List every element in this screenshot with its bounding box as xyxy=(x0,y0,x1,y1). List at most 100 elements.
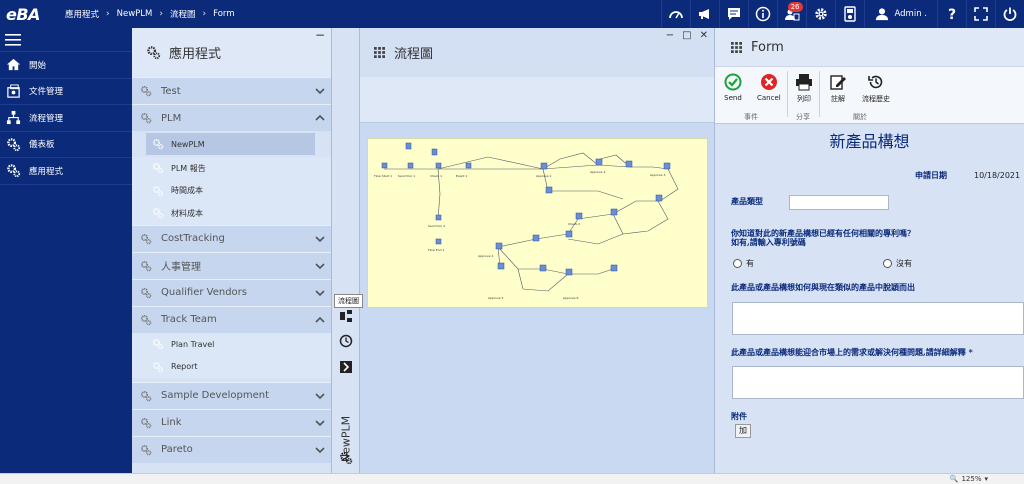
svg-text:Flow End 1: Flow End 1 xyxy=(428,248,444,252)
nav-item-document-management[interactable]: 文件管理 xyxy=(0,79,132,105)
add-attachment-button[interactable]: 加 xyxy=(735,424,751,438)
maximize-button[interactable]: □ xyxy=(682,30,691,41)
app-group-test[interactable]: Test xyxy=(132,77,331,104)
nav-item-workflow-management[interactable]: 流程管理 xyxy=(0,105,132,132)
applications-icon xyxy=(7,164,21,178)
breadcrumb-item-apps[interactable]: 應用程式 xyxy=(58,8,106,20)
nav-item-start[interactable]: 開始 xyxy=(0,52,132,79)
form-panel: Form Send Cancel 列印 註解 流程歷史 事件 分享 關於 新產品… xyxy=(715,28,1024,473)
comment-button[interactable]: 註解 xyxy=(829,73,847,104)
breadcrumb-item-flow[interactable]: 流程圖 xyxy=(163,8,203,20)
gears-icon[interactable] xyxy=(339,451,353,465)
flowchart-panel-title: 流程圖 xyxy=(394,47,434,62)
app-group-sample-development[interactable]: Sample Development xyxy=(132,381,331,409)
app-item-material-cost[interactable]: 材料成本 xyxy=(132,202,331,225)
message-icon[interactable] xyxy=(718,0,748,28)
dashboard-icon[interactable] xyxy=(660,0,690,28)
app-logo[interactable]: eBA xyxy=(0,5,58,24)
workflow-history-button[interactable]: 流程歷史 xyxy=(862,73,890,104)
app-group-label: Test xyxy=(161,85,181,97)
app-group-icon xyxy=(140,233,152,245)
hamburger-icon xyxy=(5,33,21,46)
request-date-field[interactable]: 10/18/2021 xyxy=(971,169,1024,183)
applications-panel-header: 應用程式 − xyxy=(132,28,331,77)
applications-icon xyxy=(147,46,161,60)
app-group-plm[interactable]: PLM xyxy=(132,104,331,131)
radio-no[interactable]: 沒有 xyxy=(883,258,912,269)
app-item-plm-report[interactable]: PLM 報告 xyxy=(132,157,331,180)
history-label: 流程歷史 xyxy=(862,95,890,103)
task-count-badge: 26 xyxy=(787,2,803,12)
check-icon xyxy=(724,73,742,91)
nav-item-dashboard[interactable]: 儀表板 xyxy=(0,132,132,158)
svg-text:Approve 3: Approve 3 xyxy=(650,173,665,177)
form-body: 新產品構想 申請日期 10/18/2021 產品類型 你知道對此的新產品構想已經… xyxy=(715,124,1024,473)
document-management-icon xyxy=(7,84,20,98)
nav-item-label: 開始 xyxy=(29,60,47,71)
app-item-icon xyxy=(152,163,164,174)
svg-text:?: ? xyxy=(948,7,956,22)
app-item-icon xyxy=(152,138,164,150)
zoom-control[interactable]: 🔍 125% ▾ xyxy=(950,475,988,483)
app-group-label: 人事管理 xyxy=(161,262,201,274)
breadcrumb-item-newplm[interactable]: NewPLM xyxy=(110,9,160,19)
radio-button-circle xyxy=(883,259,892,268)
app-group-qualifier-vendors[interactable]: Qualifier Vendors xyxy=(132,278,331,306)
svg-text:Flow Start 1: Flow Start 1 xyxy=(374,174,392,178)
help-icon[interactable]: ? xyxy=(937,0,966,28)
app-group-icon xyxy=(140,390,152,402)
history-tab-icon[interactable] xyxy=(339,334,353,348)
market-textarea[interactable] xyxy=(732,366,1024,399)
workflow-diagram[interactable]: Flow Start 1 Send Doc 1 Check 1 Event 1 Ap… xyxy=(367,138,708,308)
app-group-hr[interactable]: 人事管理 xyxy=(132,251,331,279)
document-side-strip: NewPLM xyxy=(332,28,360,473)
app-group-label: Pareto xyxy=(161,444,193,456)
app-group-icon xyxy=(140,314,152,326)
tasks-icon[interactable]: 26 xyxy=(776,0,806,28)
hamburger-menu-button[interactable] xyxy=(0,28,132,52)
app-group-track-team[interactable]: Track Team xyxy=(132,305,331,333)
svg-text:Check 1: Check 1 xyxy=(430,174,442,178)
megaphone-icon[interactable] xyxy=(689,0,719,28)
differentiation-textarea[interactable] xyxy=(732,302,1024,335)
chevron-up-icon xyxy=(315,114,325,121)
radio-yes[interactable]: 有 xyxy=(733,258,754,269)
app-group-pareto[interactable]: Pareto xyxy=(132,435,331,463)
nav-item-applications[interactable]: 應用程式 xyxy=(0,158,132,185)
form-tab-icon[interactable] xyxy=(339,360,353,374)
send-button[interactable]: Send xyxy=(724,73,742,102)
power-icon[interactable] xyxy=(995,0,1024,28)
breadcrumb-item-form[interactable]: Form xyxy=(206,9,241,19)
app-item-time-cost[interactable]: 時間成本 xyxy=(132,179,331,203)
cancel-button[interactable]: Cancel xyxy=(757,73,781,102)
minimize-button[interactable]: − xyxy=(315,28,325,42)
app-group-link[interactable]: Link xyxy=(132,408,331,436)
flowchart-toolbar xyxy=(360,77,714,123)
app-item-plan-travel[interactable]: Plan Travel xyxy=(132,332,331,356)
app-item-newplm[interactable]: NewPLM xyxy=(146,133,315,155)
user-menu[interactable]: Admin . xyxy=(863,0,938,28)
breadcrumb: 應用程式 › NewPLM › 流程圖 › Form xyxy=(58,0,242,28)
flowchart-tab-icon[interactable] xyxy=(339,309,353,323)
print-button[interactable]: 列印 xyxy=(795,73,813,104)
cancel-icon xyxy=(760,74,777,90)
comment-label: 註解 xyxy=(831,95,845,103)
product-type-field[interactable] xyxy=(789,195,889,210)
device-icon[interactable] xyxy=(834,0,864,28)
app-group-icon xyxy=(140,112,152,124)
close-button[interactable]: ✕ xyxy=(700,30,708,41)
flowchart-panel-header: 流程圖 − □ ✕ xyxy=(360,28,714,77)
breadcrumb-separator: › xyxy=(159,9,163,19)
radio-button-circle xyxy=(733,259,742,268)
minimize-button[interactable]: − xyxy=(666,30,674,41)
app-group-label: PLM xyxy=(161,112,182,124)
dashboard-gear-icon xyxy=(7,137,21,151)
applications-panel: 應用程式 − Test PLM NewPLM PLM 報告 時間成本 材料成本 … xyxy=(132,28,332,473)
app-item-report[interactable]: Report xyxy=(132,355,331,378)
app-group-icon xyxy=(140,85,152,97)
info-icon[interactable] xyxy=(747,0,777,28)
user-icon xyxy=(875,8,888,21)
app-group-costtracking[interactable]: CostTracking xyxy=(132,224,331,252)
fullscreen-icon[interactable] xyxy=(966,0,995,28)
settings-icon[interactable] xyxy=(805,0,835,28)
